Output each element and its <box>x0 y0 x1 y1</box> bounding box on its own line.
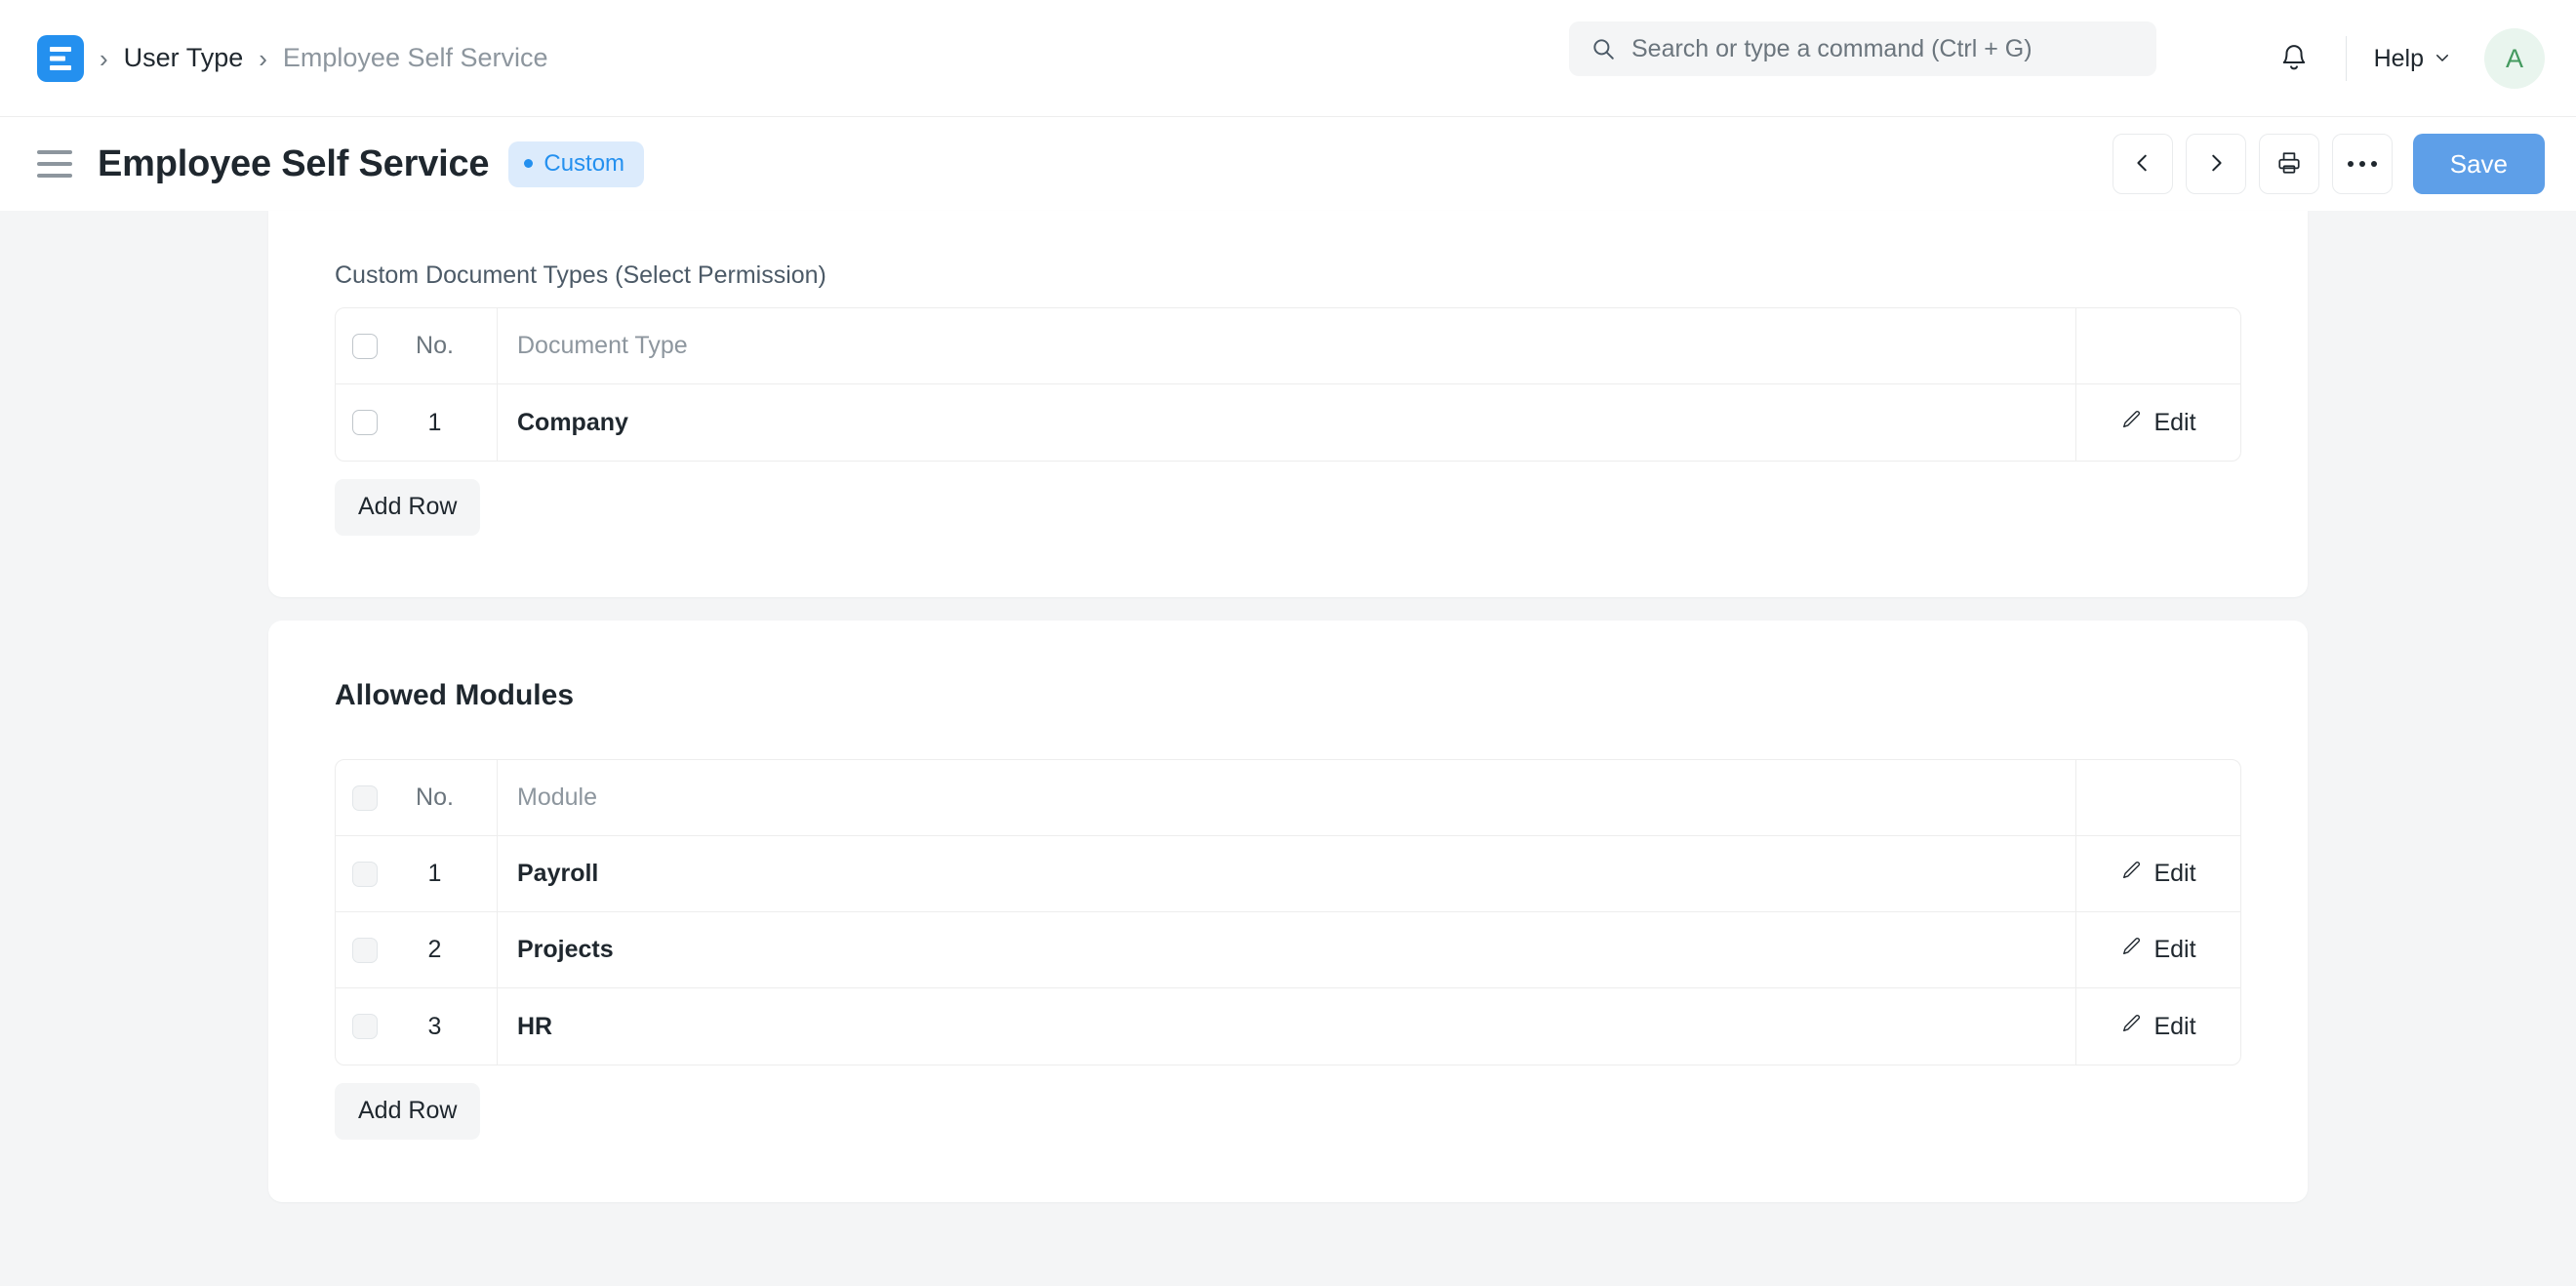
help-label: Help <box>2373 44 2424 72</box>
hamburger-icon[interactable] <box>37 150 72 178</box>
save-button[interactable]: Save <box>2412 134 2545 194</box>
row-select-cell <box>336 912 386 987</box>
search-input[interactable] <box>1631 34 2135 63</box>
page-header: Employee Self Service Custom Save <box>0 117 2576 211</box>
row-index: 2 <box>386 912 498 987</box>
table-row[interactable]: 2 Projects Edit <box>336 912 2240 988</box>
pencil-icon <box>2120 860 2142 888</box>
row-module[interactable]: Projects <box>498 912 2076 987</box>
row-module[interactable]: Payroll <box>498 836 2076 911</box>
top-navbar: › User Type › Employee Self Service Sear… <box>0 0 2576 117</box>
section-card-allowed-modules: Allowed Modules No. Module 1 Payroll Edi… <box>268 621 2308 1202</box>
more-actions-button[interactable] <box>2331 134 2393 194</box>
chevron-down-icon <box>2434 45 2451 73</box>
pencil-icon <box>2120 936 2142 964</box>
printer-icon <box>2276 150 2302 179</box>
column-header-actions <box>2076 760 2240 835</box>
column-header-module: Module <box>498 760 2076 835</box>
row-edit-button[interactable]: Edit <box>2076 988 2240 1065</box>
search-box[interactable] <box>1569 21 2156 76</box>
page-body: Custom Document Types (Select Permission… <box>0 211 2576 1202</box>
table-row[interactable]: 1 Payroll Edit <box>336 836 2240 912</box>
page-title: Employee Self Service <box>98 142 490 184</box>
status-dot-icon <box>524 159 534 168</box>
column-header-actions <box>2076 308 2240 383</box>
chevron-left-icon <box>2132 152 2153 177</box>
row-select-cell <box>336 384 386 461</box>
row-index: 1 <box>386 384 498 461</box>
ellipsis-icon <box>2347 161 2377 167</box>
breadcrumb-parent-link[interactable]: User Type <box>124 43 244 73</box>
row-index: 3 <box>386 988 498 1065</box>
row-edit-label: Edit <box>2153 860 2196 887</box>
row-module[interactable]: HR <box>498 988 2076 1065</box>
pencil-icon <box>2120 409 2142 437</box>
select-all-checkbox[interactable] <box>352 333 378 359</box>
section-card-custom-document-types: Custom Document Types (Select Permission… <box>268 211 2308 597</box>
row-checkbox[interactable] <box>352 1014 378 1039</box>
grid-header-row: No. Module <box>336 760 2240 836</box>
row-checkbox[interactable] <box>352 861 378 887</box>
column-header-no: No. <box>386 308 498 383</box>
erpnext-logo-icon[interactable] <box>37 34 84 82</box>
page-header-actions: Save <box>2112 134 2545 194</box>
avatar[interactable]: A <box>2484 28 2545 89</box>
row-select-cell <box>336 988 386 1065</box>
select-all-checkbox[interactable] <box>352 784 378 811</box>
table-row[interactable]: 3 HR Edit <box>336 988 2240 1065</box>
row-edit-label: Edit <box>2153 936 2196 963</box>
breadcrumb-current: Employee Self Service <box>282 43 548 72</box>
navbar-divider <box>2345 36 2347 81</box>
grid-header-row: No. Document Type <box>336 308 2240 384</box>
row-edit-label: Edit <box>2153 408 2196 436</box>
row-edit-button[interactable]: Edit <box>2076 912 2240 987</box>
field-label-custom-document-types: Custom Document Types (Select Permission… <box>335 261 826 289</box>
row-select-cell <box>336 836 386 911</box>
status-badge[interactable]: Custom <box>508 141 645 187</box>
chevron-right-icon <box>2205 152 2227 177</box>
row-edit-button[interactable]: Edit <box>2076 384 2240 461</box>
add-row-button-custom-document-types[interactable]: Add Row <box>335 479 481 536</box>
global-search-container <box>1569 21 2156 76</box>
row-index: 1 <box>386 836 498 911</box>
row-document-type[interactable]: Company <box>498 384 2076 461</box>
navbar-right-group: Help A <box>2264 0 2545 117</box>
breadcrumb-separator-1: › <box>100 43 108 73</box>
row-edit-label: Edit <box>2153 1012 2196 1040</box>
print-button[interactable] <box>2258 134 2319 194</box>
column-header-no: No. <box>386 760 498 835</box>
row-edit-button[interactable]: Edit <box>2076 836 2240 911</box>
search-icon <box>1590 36 1616 61</box>
navbar-left-group: › User Type › Employee Self Service <box>37 34 548 82</box>
next-document-button[interactable] <box>2185 134 2246 194</box>
section-title-allowed-modules: Allowed Modules <box>335 679 575 711</box>
avatar-initial: A <box>2505 43 2523 73</box>
row-checkbox[interactable] <box>352 410 378 435</box>
status-badge-label: Custom <box>543 149 625 177</box>
pencil-icon <box>2120 1013 2142 1041</box>
row-checkbox[interactable] <box>352 937 378 963</box>
prev-document-button[interactable] <box>2112 134 2173 194</box>
help-dropdown-button[interactable]: Help <box>2368 37 2457 81</box>
table-row[interactable]: 1 Company Edit <box>336 384 2240 461</box>
column-header-document-type: Document Type <box>498 308 2076 383</box>
select-all-cell <box>336 308 386 383</box>
breadcrumb-separator-2: › <box>259 43 267 73</box>
allowed-modules-grid: No. Module 1 Payroll Edit 2 Projects Edi… <box>335 759 2241 1065</box>
custom-document-types-grid: No. Document Type 1 Company Edit <box>335 307 2241 462</box>
select-all-cell <box>336 760 386 835</box>
add-row-button-allowed-modules[interactable]: Add Row <box>335 1083 481 1140</box>
bell-icon <box>2279 43 2309 75</box>
notifications-button[interactable] <box>2264 28 2324 89</box>
